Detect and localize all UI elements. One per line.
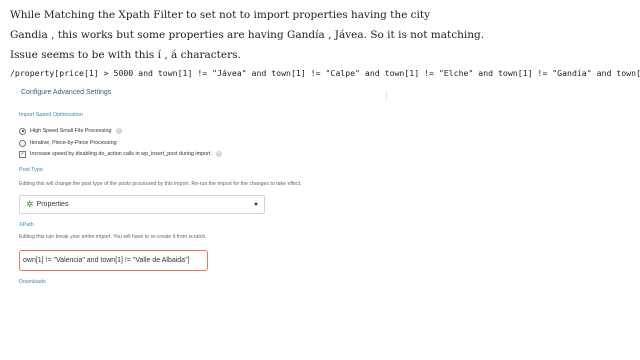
gear-icon: ✲ [26, 199, 34, 209]
advanced-settings-screenshot: Configure Advanced Settings Import Speed… [0, 84, 640, 360]
help-icon[interactable]: ? [115, 128, 122, 134]
xpath-input[interactable]: own[1] != "Valencia" and town[1] != "Val… [19, 250, 208, 271]
radio-high-speed[interactable] [19, 127, 26, 135]
option-iterative[interactable]: Iterative, Piece-by-Piece Processing [19, 139, 117, 147]
option-iterative-label: Iterative, Piece-by-Piece Processing [30, 140, 117, 146]
question-line-1: While Matching the Xpath Filter to set n… [10, 9, 431, 21]
xpath-code-line: /property[price[1] > 5000 and town[1] !=… [10, 68, 640, 78]
radio-iterative[interactable] [19, 139, 26, 147]
option-high-speed[interactable]: High Speed Small File Processing ? [19, 127, 122, 135]
option-disable-do-action-label: Increase speed by disabling do_action ca… [30, 151, 212, 157]
xpath-input-value: own[1] != "Valencia" and town[1] != "Val… [23, 257, 190, 264]
panel-title: Configure Advanced Settings [21, 89, 112, 96]
question-line-3: Issue seems to be with this í , á charac… [10, 49, 241, 61]
option-high-speed-label: High Speed Small File Processing [30, 128, 112, 134]
downloads-label[interactable]: Downloads [19, 279, 46, 285]
post-type-label: Post Type [19, 167, 43, 173]
post-type-selected: Properties [36, 201, 69, 208]
chevron-down-icon [254, 203, 258, 206]
post-type-helper: Editing this will change the post type o… [19, 181, 302, 187]
post-type-select[interactable]: ✲ Properties [19, 195, 265, 214]
checkbox-disable-do-action[interactable]: ✓ [19, 150, 26, 158]
divider [386, 90, 387, 100]
import-speed-label: Import Speed Optimization [19, 112, 83, 118]
xpath-label: XPath [19, 222, 34, 228]
question-line-2: Gandia , this works but some properties … [10, 29, 485, 41]
xpath-helper: Editing this can break your entire impor… [19, 234, 207, 240]
option-disable-do-action[interactable]: ✓ Increase speed by disabling do_action … [19, 150, 222, 158]
help-icon[interactable]: ? [215, 151, 222, 157]
